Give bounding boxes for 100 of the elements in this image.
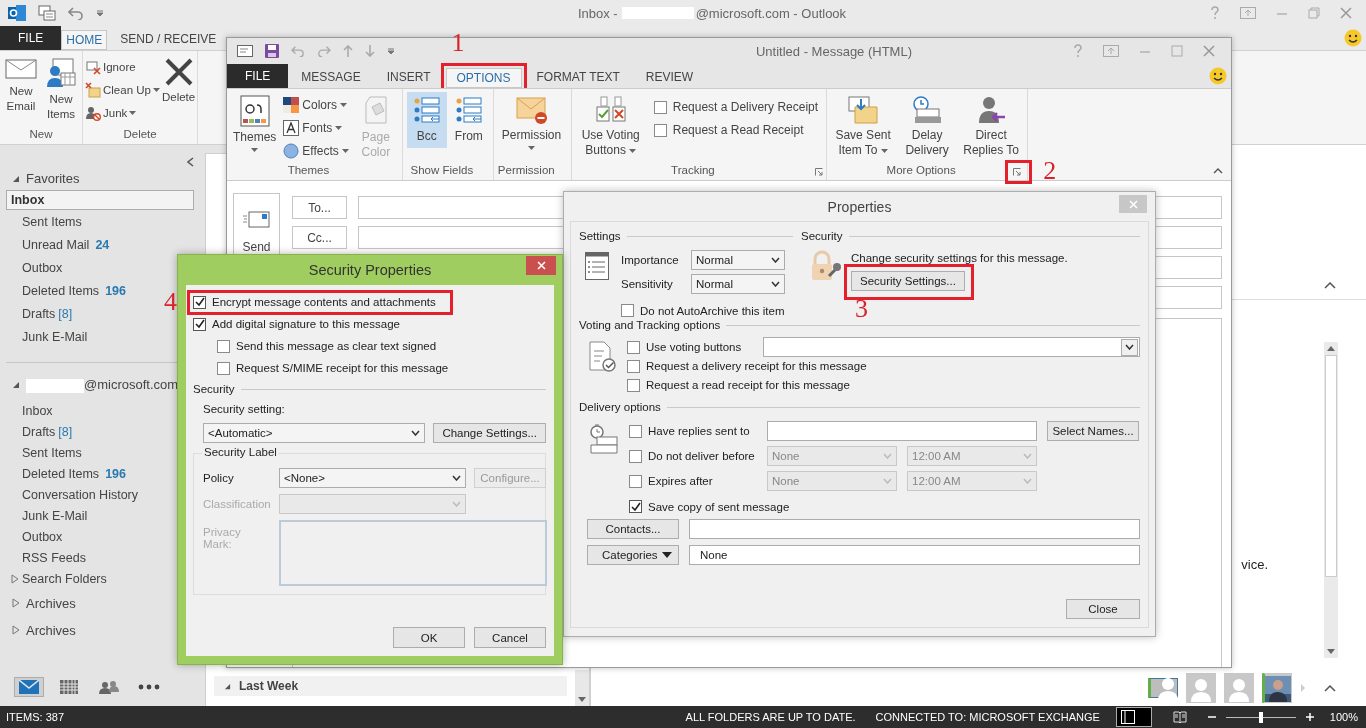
undo-icon[interactable] bbox=[68, 6, 84, 20]
close-button[interactable] bbox=[526, 256, 556, 275]
close-button[interactable]: Close bbox=[1066, 599, 1140, 619]
collapse-up-icon[interactable] bbox=[1324, 282, 1336, 289]
checkbox[interactable] bbox=[653, 100, 667, 114]
voting-buttons-button[interactable]: Use Voting Buttons bbox=[575, 92, 646, 161]
ribbon-tab[interactable]: HOME bbox=[61, 30, 108, 50]
checkbox[interactable] bbox=[629, 474, 642, 488]
checkbox[interactable] bbox=[653, 123, 667, 137]
save-icon[interactable] bbox=[265, 44, 279, 58]
help-icon[interactable] bbox=[1210, 6, 1220, 20]
ribbon-command[interactable]: Colors bbox=[280, 94, 352, 116]
ribbon-button[interactable]: Delay Delivery bbox=[895, 92, 960, 161]
file-tab[interactable]: FILE bbox=[0, 26, 62, 50]
checkbox[interactable] bbox=[193, 295, 206, 309]
importance-dropdown[interactable]: Normal bbox=[691, 250, 785, 270]
scroll-thumb[interactable] bbox=[1325, 355, 1337, 577]
ribbon-command[interactable]: Fonts bbox=[280, 117, 352, 139]
checkbox-label[interactable]: Have replies sent to bbox=[648, 425, 750, 437]
ribbon-tab[interactable]: FORMAT TEXT bbox=[525, 64, 631, 88]
checkbox[interactable] bbox=[629, 424, 642, 438]
checkbox[interactable] bbox=[193, 317, 206, 331]
permission-button[interactable]: Permission bbox=[497, 92, 566, 153]
ribbon-tab[interactable]: INSERT bbox=[375, 64, 442, 88]
ribbon-command[interactable]: Clean Up bbox=[84, 79, 161, 101]
bcc-button[interactable]: Bcc bbox=[406, 92, 447, 148]
customize-caret-icon[interactable] bbox=[387, 47, 395, 55]
new-email-button[interactable]: New Email bbox=[1, 54, 41, 117]
collapsed-triangle-icon[interactable] bbox=[12, 625, 20, 636]
checkbox[interactable] bbox=[621, 304, 634, 317]
smiley-icon[interactable] bbox=[1209, 67, 1227, 85]
zoom-in-icon[interactable] bbox=[1305, 713, 1314, 721]
expanded-triangle-icon[interactable] bbox=[12, 174, 20, 183]
categories-button[interactable]: Categories bbox=[587, 545, 679, 565]
checkbox-label[interactable]: Request a read receipt for this message bbox=[646, 379, 850, 391]
zoom-out-icon[interactable] bbox=[1207, 713, 1216, 721]
checkbox-label[interactable]: Request S/MIME receipt for this message bbox=[236, 362, 449, 374]
sensitivity-dropdown[interactable]: Normal bbox=[691, 274, 785, 294]
policy-dropdown[interactable]: <None> bbox=[279, 468, 466, 488]
checkbox[interactable] bbox=[627, 340, 640, 354]
smiley-icon[interactable] bbox=[1344, 29, 1362, 47]
cancel-button[interactable]: Cancel bbox=[474, 627, 546, 648]
voting-options-dropdown[interactable] bbox=[763, 337, 1140, 357]
checkbox-label[interactable]: Send this message as clear text signed bbox=[236, 340, 437, 352]
ribbon-tab[interactable]: OPTIONS bbox=[445, 68, 522, 88]
checkbox-label[interactable]: Save copy of sent message bbox=[648, 500, 790, 513]
scroll-down-icon[interactable] bbox=[1327, 649, 1335, 654]
ok-button[interactable]: OK bbox=[393, 627, 465, 648]
change-settings-button[interactable]: Change Settings... bbox=[433, 423, 546, 443]
undo-icon[interactable] bbox=[291, 45, 305, 57]
file-tab[interactable]: FILE bbox=[227, 64, 289, 88]
checkbox-label[interactable]: Do not deliver before bbox=[648, 450, 755, 462]
scrollbar[interactable] bbox=[1324, 342, 1338, 658]
scrollbar[interactable] bbox=[575, 670, 589, 706]
ribbon-tab[interactable]: SEND / RECEIVE bbox=[107, 26, 230, 50]
close-icon[interactable] bbox=[1340, 7, 1352, 19]
help-icon[interactable] bbox=[1073, 44, 1083, 58]
folder-section-header[interactable]: Archives bbox=[26, 595, 76, 611]
from-button[interactable]: From bbox=[448, 92, 489, 148]
ribbon-display-icon[interactable] bbox=[1103, 45, 1119, 57]
group-header[interactable]: Last Week bbox=[214, 676, 567, 696]
collapse-ribbon-icon[interactable] bbox=[1213, 168, 1223, 174]
contacts-field[interactable] bbox=[689, 519, 1140, 539]
checkbox-label[interactable]: Do not AutoArchive this item bbox=[640, 304, 785, 317]
mail-nav-button[interactable] bbox=[14, 677, 44, 697]
ribbon-command[interactable]: Effects bbox=[280, 140, 352, 162]
folder-section-header[interactable]: Favorites bbox=[26, 171, 80, 186]
privacy-mark-field[interactable] bbox=[279, 520, 547, 586]
select-names-button[interactable]: Select Names... bbox=[1047, 421, 1139, 441]
contacts-button[interactable]: Contacts... bbox=[587, 519, 679, 539]
ribbon-tab[interactable]: REVIEW bbox=[634, 64, 705, 88]
checkbox[interactable] bbox=[629, 500, 642, 513]
folder-section-header[interactable]: @microsoft.com bbox=[26, 377, 179, 393]
down-arrow-icon[interactable] bbox=[365, 45, 375, 57]
cc-button[interactable]: Cc... bbox=[292, 226, 347, 249]
checkbox-label[interactable]: Use voting buttons bbox=[646, 341, 742, 353]
ribbon-tab[interactable]: MESSAGE bbox=[290, 64, 372, 88]
expand-up-icon[interactable] bbox=[1324, 684, 1336, 692]
contact-avatar[interactable] bbox=[1262, 673, 1292, 703]
customize-caret-icon[interactable] bbox=[96, 9, 104, 17]
close-icon[interactable] bbox=[1203, 45, 1215, 57]
zoom-slider-thumb[interactable] bbox=[1258, 711, 1263, 723]
collapse-pane-icon[interactable] bbox=[187, 157, 194, 167]
collapsed-triangle-icon[interactable] bbox=[11, 574, 19, 585]
checkbox-label[interactable]: Request a delivery receipt for this message bbox=[646, 360, 867, 372]
checkbox[interactable] bbox=[629, 449, 642, 463]
folder-item[interactable]: Inbox bbox=[6, 190, 194, 210]
expanded-triangle-icon[interactable] bbox=[12, 380, 20, 389]
folder-item[interactable]: Unread Mail 24 bbox=[6, 233, 194, 256]
checkbox[interactable] bbox=[217, 339, 230, 353]
security-setting-dropdown[interactable]: <Automatic> bbox=[203, 423, 426, 443]
security-settings-button[interactable]: Security Settings... bbox=[851, 271, 965, 291]
checkbox[interactable] bbox=[627, 378, 640, 392]
contact-avatar[interactable] bbox=[1148, 678, 1178, 698]
ribbon-button[interactable]: Save Sent Item To bbox=[831, 92, 896, 161]
folder-item[interactable]: Search Folders bbox=[6, 568, 194, 590]
new-items-button[interactable]: New Items bbox=[41, 54, 81, 125]
checkbox-label[interactable]: Request a Delivery Receipt bbox=[672, 100, 819, 114]
checkbox-label[interactable]: Expires after bbox=[648, 475, 713, 487]
normal-view-button[interactable] bbox=[1115, 707, 1152, 727]
